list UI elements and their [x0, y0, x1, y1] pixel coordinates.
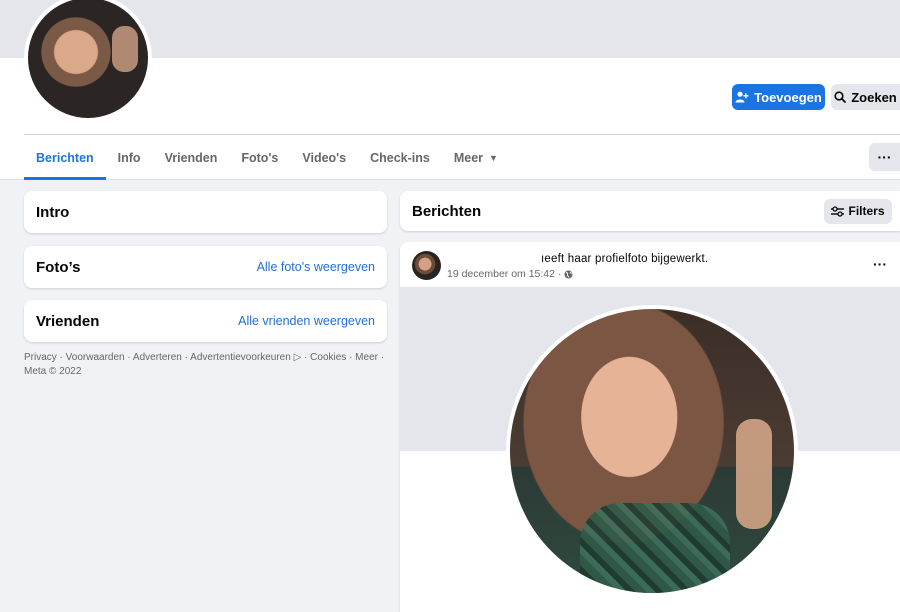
- post-options-button[interactable]: ···: [873, 256, 887, 272]
- ellipsis-icon: ···: [873, 256, 887, 272]
- caret-down-icon: ▼: [489, 153, 498, 163]
- see-all-friends-link[interactable]: Alle vrienden weergeven: [238, 314, 375, 328]
- header-divider: [24, 134, 900, 135]
- more-options-button[interactable]: ···: [869, 143, 900, 171]
- tab-check-ins[interactable]: Check-ins: [358, 138, 442, 178]
- friends-title: Vrienden: [36, 312, 100, 330]
- post-author-avatar[interactable]: [412, 251, 441, 280]
- search-label: Zoeken: [851, 89, 897, 105]
- tab-meer[interactable]: Meer ▼: [442, 138, 510, 178]
- tab-label: Check-ins: [370, 151, 430, 165]
- profile-avatar[interactable]: [24, 0, 152, 122]
- intro-card: Intro: [24, 191, 387, 233]
- footer-links[interactable]: Privacy · Voorwaarden · Adverteren · Adv…: [24, 351, 394, 379]
- profile-tabs: Berichten Info Vrienden Foto's Video's C…: [24, 138, 510, 180]
- globe-icon: [564, 270, 573, 279]
- post-headline: ıeeft haar profielfoto bijgewerkt.: [541, 253, 709, 265]
- tab-info[interactable]: Info: [106, 138, 153, 178]
- posts-header: Berichten Filters: [400, 191, 900, 231]
- photos-title: Foto’s: [36, 258, 81, 276]
- photos-card: Foto’s Alle foto's weergeven: [24, 246, 387, 288]
- ellipsis-icon: ···: [877, 149, 892, 165]
- filters-label: Filters: [848, 204, 885, 218]
- posts-title: Berichten: [412, 202, 482, 220]
- tab-label: Foto's: [241, 151, 279, 165]
- tab-berichten[interactable]: Berichten: [24, 138, 106, 180]
- post-card: ıeeft haar profielfoto bijgewerkt. 19 de…: [400, 242, 900, 612]
- post-meta: 19 december om 15:42 ·: [447, 268, 573, 280]
- tab-vrienden[interactable]: Vrienden: [153, 138, 230, 178]
- tab-label: Vrienden: [164, 151, 218, 165]
- add-friend-label: Toevoegen: [754, 89, 822, 105]
- tab-label: Meer: [453, 151, 484, 165]
- post-timestamp[interactable]: 19 december om 15:42 ·: [447, 268, 561, 280]
- sliders-icon: [831, 205, 845, 217]
- tab-videos[interactable]: Video's: [290, 138, 358, 178]
- tab-label: Info: [117, 151, 141, 165]
- filters-button[interactable]: Filters: [824, 198, 892, 224]
- person-plus-icon: [735, 91, 749, 103]
- intro-title: Intro: [36, 203, 70, 221]
- tab-label: Video's: [302, 151, 347, 165]
- friends-card: Vrienden Alle vrienden weergeven: [24, 300, 387, 342]
- post-profile-photo[interactable]: [506, 305, 798, 597]
- see-all-photos-link[interactable]: Alle foto's weergeven: [257, 260, 375, 274]
- search-button[interactable]: Zoeken: [831, 84, 900, 110]
- search-icon: [834, 91, 847, 103]
- tab-fotos[interactable]: Foto's: [229, 138, 290, 178]
- tab-label: Berichten: [36, 151, 94, 165]
- add-friend-button[interactable]: Toevoegen: [732, 84, 825, 110]
